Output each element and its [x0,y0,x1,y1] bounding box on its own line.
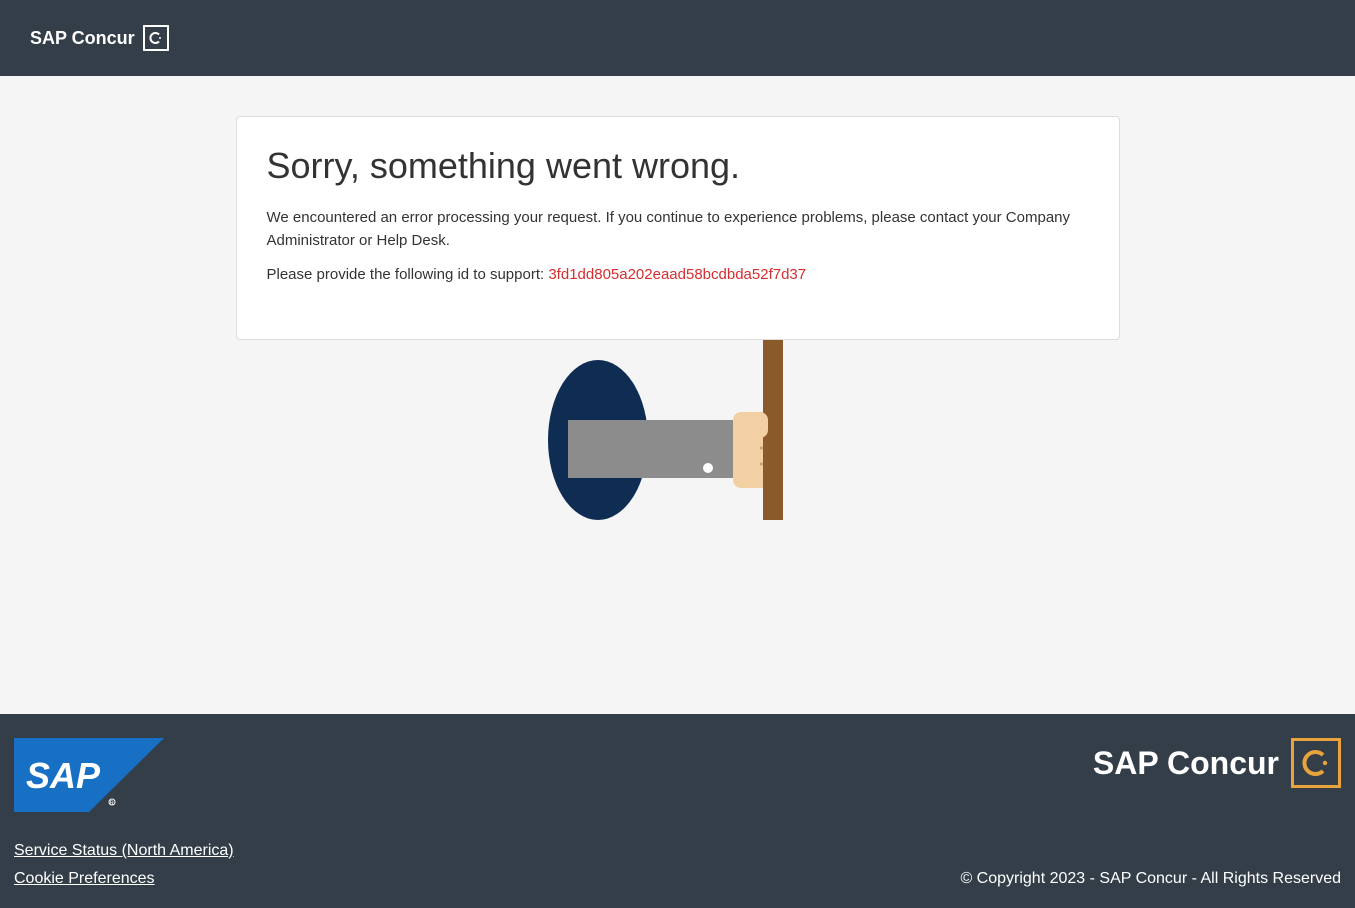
footer-brand-logo: SAP Concur [1093,738,1341,788]
footer-brand-text: SAP Concur [1093,745,1279,782]
main-content: Sorry, something went wrong. We encounte… [0,76,1355,714]
concur-c-icon [1291,738,1341,788]
hand-holding-sign-illustration [538,340,818,540]
sap-logo: SAP R [14,738,164,812]
copyright-text: © Copyright 2023 - SAP Concur - All Righ… [960,870,1341,888]
cookie-preferences-link[interactable]: Cookie Preferences [14,870,234,888]
error-id: 3fd1dd805a202eaad58bcdbda52f7d37 [548,266,806,283]
footer: SAP R SAP Concur Service Status (North A… [0,714,1355,908]
footer-top: SAP R SAP Concur [14,738,1341,812]
header-brand-text: SAP Concur [30,28,135,49]
service-status-link[interactable]: Service Status (North America) [14,842,234,860]
error-card: Sorry, something went wrong. We encounte… [236,116,1120,340]
footer-links: Service Status (North America) Cookie Pr… [14,842,234,888]
svg-text:SAP: SAP [26,755,101,796]
error-title: Sorry, something went wrong. [267,145,1089,187]
error-message: We encountered an error processing your … [267,207,1089,252]
concur-c-icon [143,25,169,51]
error-id-prompt: Please provide the following id to suppo… [267,266,549,283]
svg-text:R: R [110,801,115,807]
header-logo[interactable]: SAP Concur [30,25,169,51]
footer-bottom: Service Status (North America) Cookie Pr… [14,842,1341,888]
header-bar: SAP Concur [0,0,1355,76]
error-id-line: Please provide the following id to suppo… [267,266,1089,283]
